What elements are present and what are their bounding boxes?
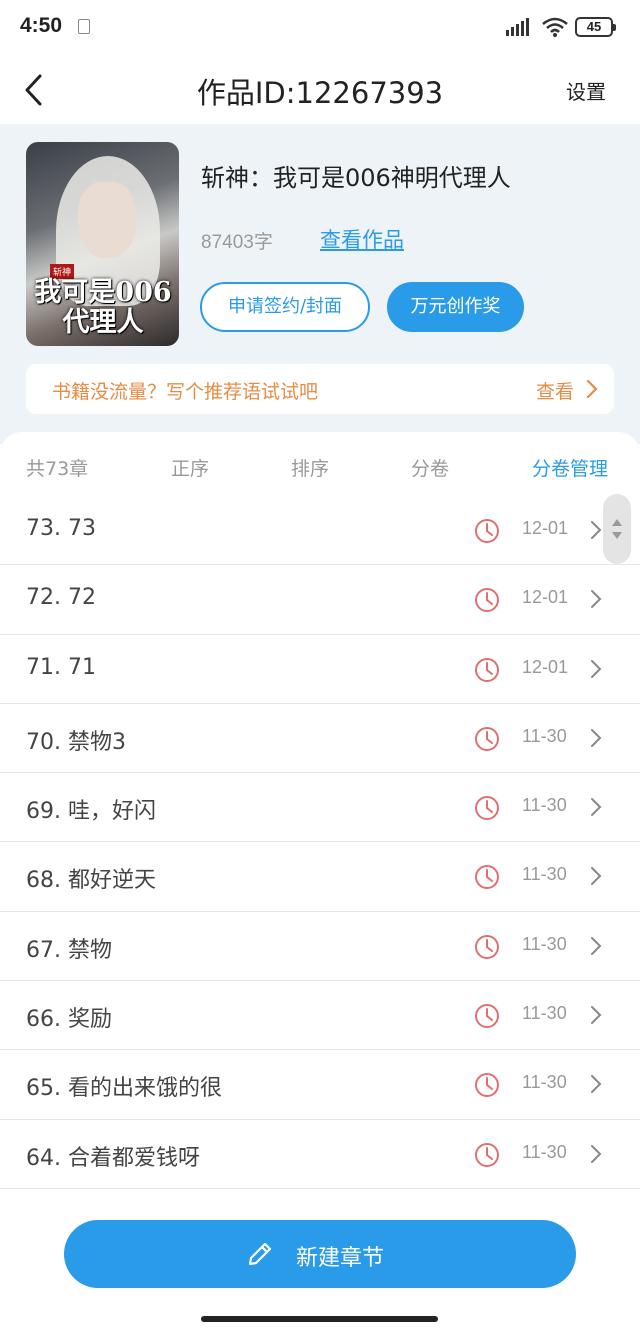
chapter-date: 12-01 xyxy=(522,656,569,677)
new-chapter-button[interactable]: 新建章节 xyxy=(64,1220,576,1288)
clock-icon xyxy=(475,1004,499,1029)
chevron-right-icon xyxy=(591,1144,602,1163)
clock-icon xyxy=(475,934,499,959)
wifi-icon xyxy=(542,17,568,37)
chapter-row[interactable]: 65. 看的出来饿的很 11-30 xyxy=(0,1050,640,1120)
chapter-row[interactable]: 64. 合着都爱钱呀 11-30 xyxy=(0,1120,640,1189)
sort-button[interactable]: 排序 xyxy=(291,454,329,481)
new-chapter-label: 新建章节 xyxy=(296,1246,385,1271)
tip-view-link[interactable]: 查看 xyxy=(536,377,574,404)
fast-scroll-handle[interactable] xyxy=(603,494,631,564)
clock-icon xyxy=(475,588,499,613)
chapter-row[interactable]: 73. 73 12-01 xyxy=(0,496,640,566)
tip-text: 书籍没流量？写个推荐语试试吧 xyxy=(52,381,319,403)
settings-button[interactable]: 设置 xyxy=(566,76,606,105)
chevron-right-icon xyxy=(591,659,602,678)
battery-icon: 45 xyxy=(575,17,616,37)
chapter-title: 67. 禁物 xyxy=(26,937,112,963)
chapter-date: 12-01 xyxy=(522,518,569,538)
chapter-date: 11-30 xyxy=(522,933,567,954)
book-info-panel: 斩神 我可是006代理人 斩神：我可是006神明代理人 87403字 查看作品 … xyxy=(0,124,640,444)
clock-icon xyxy=(475,657,499,682)
clock-icon xyxy=(475,519,499,543)
chapter-date: 11-30 xyxy=(522,864,567,885)
chevron-right-icon xyxy=(591,590,602,609)
chapter-title: 69. 哇，好闪 xyxy=(26,799,156,825)
chapter-date: 12-01 xyxy=(522,587,569,608)
chapter-title: 71. 71 xyxy=(26,654,96,680)
chapter-list-header: 共73章 正序 排序 分卷 分卷管理 xyxy=(0,432,640,496)
clock-icon xyxy=(475,865,499,890)
book-title: 斩神：我可是006神明代理人 xyxy=(201,164,511,192)
chapter-row[interactable]: 72. 72 12-01 xyxy=(0,565,640,635)
chapter-date: 11-30 xyxy=(522,725,567,746)
signal-icon xyxy=(506,18,529,36)
book-cover[interactable]: 斩神 我可是006代理人 xyxy=(26,142,179,346)
chapter-row[interactable]: 66. 奖励 11-30 xyxy=(0,981,640,1051)
home-indicator[interactable] xyxy=(201,1316,438,1322)
ascending-order-button[interactable]: 正序 xyxy=(171,454,209,481)
chapter-row[interactable]: 67. 禁物 11-30 xyxy=(0,912,640,982)
chevron-right-icon xyxy=(591,1006,602,1025)
clock-icon xyxy=(475,1142,499,1167)
page-title: 作品ID:12267393 xyxy=(196,76,444,110)
chapter-title: 70. 禁物3 xyxy=(26,729,126,755)
clock-icon xyxy=(475,796,499,821)
bottom-bar: 新建章节 xyxy=(0,1202,640,1332)
chevron-right-icon xyxy=(591,867,602,886)
pencil-icon xyxy=(248,1242,272,1266)
chapter-title: 68. 都好逆天 xyxy=(26,868,156,894)
chapter-title: 73. 73 xyxy=(26,516,96,541)
chevron-right-icon xyxy=(591,1075,602,1094)
view-work-link[interactable]: 查看作品 xyxy=(320,224,404,254)
chapter-date: 11-30 xyxy=(522,1003,567,1024)
chapter-count: 共73章 xyxy=(26,458,89,480)
status-time: 4:50 xyxy=(20,14,63,37)
chapter-row[interactable]: 71. 71 12-01 xyxy=(0,635,640,704)
volume-manage-button[interactable]: 分卷管理 xyxy=(532,454,608,481)
chapter-list-panel: 共73章 正序 排序 分卷 分卷管理 73. 73 12-01 72. 72 1… xyxy=(0,432,640,1202)
recommendation-tip-bar[interactable]: 书籍没流量？写个推荐语试试吧 查看 xyxy=(26,364,614,414)
word-count: 87403字 xyxy=(201,232,273,253)
chapter-row[interactable]: 68. 都好逆天 11-30 xyxy=(0,842,640,912)
apply-contract-button[interactable]: 申请签约/封面 xyxy=(200,282,370,332)
chapter-date: 11-30 xyxy=(522,1072,567,1093)
chapter-title: 66. 奖励 xyxy=(26,1007,112,1033)
status-bar: 4:50 45 xyxy=(0,0,640,56)
chevron-right-icon xyxy=(586,379,598,399)
chapter-title: 64. 合着都爱钱呀 xyxy=(26,1145,200,1171)
chapter-list: 73. 73 12-01 72. 72 12-01 71. 71 12-01 7… xyxy=(0,496,640,1189)
chapter-title: 72. 72 xyxy=(26,585,96,611)
cover-title: 我可是006代理人 xyxy=(34,277,172,338)
notification-icon xyxy=(78,19,90,34)
creation-award-button[interactable]: 万元创作奖 xyxy=(387,282,524,332)
chevron-right-icon xyxy=(591,798,602,817)
chevron-right-icon xyxy=(591,936,602,955)
chapter-row[interactable]: 69. 哇，好闪 11-30 xyxy=(0,773,640,843)
clock-icon xyxy=(475,726,499,751)
clock-icon xyxy=(475,1073,499,1098)
cover-face xyxy=(78,182,136,258)
nav-bar: 作品ID:12267393 设置 xyxy=(0,56,640,124)
chevron-right-icon xyxy=(591,728,602,747)
chapter-row[interactable]: 70. 禁物3 11-30 xyxy=(0,704,640,774)
chapter-date: 11-30 xyxy=(522,1141,567,1162)
chapter-date: 11-30 xyxy=(522,795,567,816)
chapter-title: 65. 看的出来饿的很 xyxy=(26,1076,222,1102)
volume-button[interactable]: 分卷 xyxy=(411,454,449,481)
chevron-right-icon xyxy=(591,521,602,539)
